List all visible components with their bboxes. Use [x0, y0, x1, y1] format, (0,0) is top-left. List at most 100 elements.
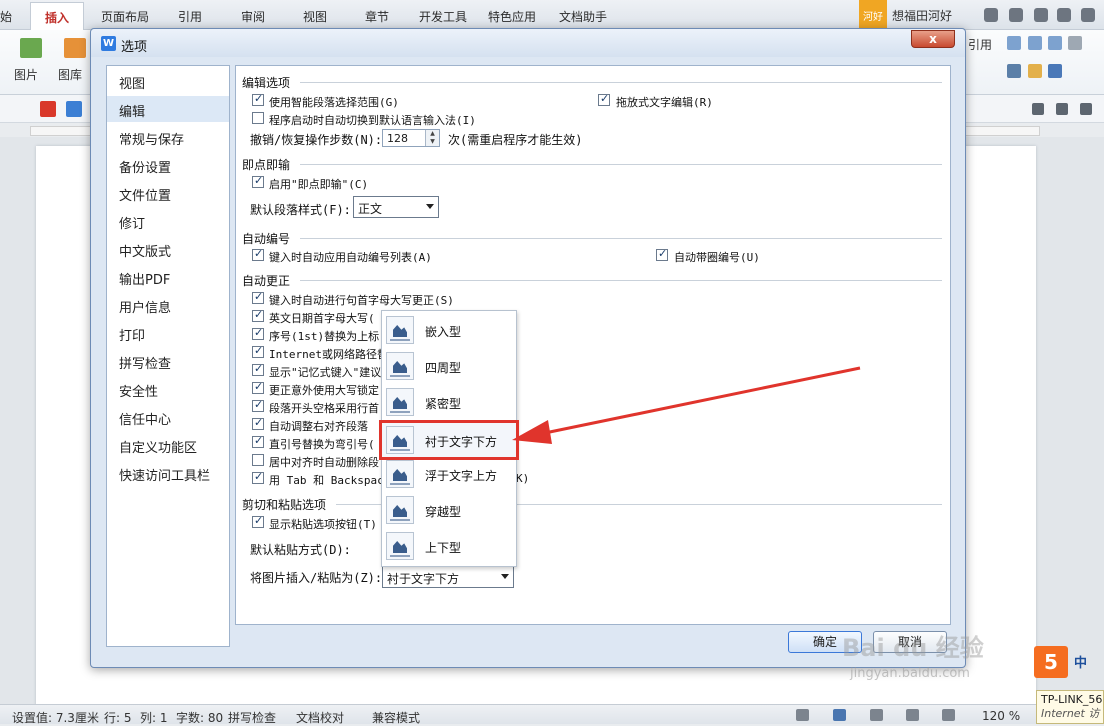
instant-title: 即点即输 [242, 158, 291, 172]
nav-custom-ribbon[interactable]: 自定义功能区 [107, 432, 229, 458]
gallery-button[interactable]: 图库 [58, 66, 82, 83]
smart-paragraph-checkbox[interactable] [252, 92, 264, 106]
gallery-icon[interactable] [64, 38, 86, 58]
nav-trust-center[interactable]: 信任中心 [107, 404, 229, 430]
picture-icon[interactable] [20, 38, 42, 58]
tab-review[interactable]: 审阅 [241, 8, 265, 25]
nav-backup[interactable]: 备份设置 [107, 152, 229, 178]
ime-logo-icon[interactable]: 5 [1034, 646, 1068, 678]
wrap-option-in-front[interactable]: 浮于文字上方 [382, 457, 516, 491]
help-icon[interactable] [1057, 8, 1071, 22]
nav-chinese-layout[interactable]: 中文版式 [107, 236, 229, 262]
nav-general-save[interactable]: 常规与保存 [107, 124, 229, 150]
show-paste-button-checkbox[interactable] [252, 514, 264, 528]
export-icon[interactable] [1080, 103, 1092, 115]
field-icon[interactable] [1007, 36, 1021, 50]
network-tray-popup[interactable]: TP-LINK_56 Internet 访 [1036, 690, 1104, 724]
tab-insert[interactable]: 插入 [30, 2, 85, 30]
tray-network-status: Internet 访 [1041, 707, 1100, 720]
autocorrect-checkbox[interactable] [252, 398, 264, 412]
autocorrect-checkbox[interactable] [252, 326, 264, 340]
tab-references[interactable]: 引用 [178, 8, 202, 25]
nav-security[interactable]: 安全性 [107, 376, 229, 402]
nav-print[interactable]: 打印 [107, 320, 229, 346]
tab-developer[interactable]: 开发工具 [419, 8, 467, 25]
tight-wrap-icon [386, 388, 414, 416]
nav-export-pdf[interactable]: 输出PDF [107, 264, 229, 290]
divider [300, 82, 942, 83]
tab-view[interactable]: 视图 [303, 8, 327, 25]
cube-icon[interactable] [66, 101, 82, 117]
autocorrect-checkbox[interactable] [252, 470, 264, 484]
autocorrect-label: 自动调整右对齐段落 [269, 420, 368, 433]
design-icon[interactable] [1007, 64, 1021, 78]
autocorrect-checkbox[interactable] [252, 290, 264, 304]
nav-quick-access[interactable]: 快速访问工具栏 [107, 460, 229, 486]
comment-icon[interactable] [1032, 103, 1044, 115]
share-icon[interactable] [1009, 8, 1023, 22]
fullscreen-icon[interactable] [796, 709, 809, 721]
autocorrect-checkbox[interactable] [252, 308, 264, 322]
protect-icon[interactable] [942, 709, 955, 721]
lock-icon[interactable] [1048, 64, 1062, 78]
autocorrect-checkbox[interactable] [252, 416, 264, 430]
auto-circle-checkbox[interactable] [656, 247, 668, 261]
wrap-option-square[interactable]: 四周型 [382, 349, 516, 383]
page-view-icon[interactable] [833, 709, 846, 721]
eraser-icon[interactable] [1028, 64, 1042, 78]
citation-button[interactable]: 引用 [968, 36, 992, 53]
autocorrect-checkbox[interactable] [252, 380, 264, 394]
status-proof[interactable]: 文档校对 [296, 709, 344, 726]
wrap-option-tight[interactable]: 紧密型 [382, 385, 516, 419]
zoom-level[interactable]: 120 % [982, 709, 1020, 723]
nav-spell-check[interactable]: 拼写检查 [107, 348, 229, 374]
picture-button[interactable]: 图片 [14, 66, 38, 83]
image-paste-select[interactable]: 衬于文字下方 [382, 566, 514, 588]
tab-chapter[interactable]: 章节 [365, 8, 389, 25]
page-icon[interactable] [1056, 103, 1068, 115]
nav-view[interactable]: 视图 [107, 68, 229, 94]
shading-icon[interactable] [1068, 36, 1082, 50]
close-button[interactable]: x [911, 30, 955, 48]
options-dialog: W 选项 x 视图 编辑 常规与保存 备份设置 文件位置 修订 中文版式 输出P… [90, 28, 966, 668]
wrap-option-through[interactable]: 穿越型 [382, 493, 516, 527]
tab-page-layout[interactable]: 页面布局 [101, 8, 149, 25]
nav-user-info[interactable]: 用户信息 [107, 292, 229, 318]
settings-icon[interactable] [1034, 8, 1048, 22]
tab-doc-assistant[interactable]: 文档助手 [559, 8, 607, 25]
collapse-icon[interactable] [1081, 8, 1095, 22]
instant-enable-checkbox[interactable] [252, 174, 264, 188]
username[interactable]: 想福田河好 [892, 7, 952, 24]
spinner-arrows-icon[interactable]: ▲ ▼ [425, 130, 439, 146]
outline-view-icon[interactable] [870, 709, 883, 721]
web-view-icon[interactable] [906, 709, 919, 721]
ime-switch-checkbox[interactable] [252, 112, 264, 124]
auto-list-checkbox[interactable] [252, 247, 264, 261]
tab-start[interactable]: 始 [0, 8, 12, 25]
autocorrect-checkbox[interactable] [252, 344, 264, 358]
wrap-option-behind-text[interactable]: 衬于文字下方 [379, 420, 519, 460]
dialog-titlebar[interactable]: W 选项 x [91, 29, 965, 57]
autocorrect-checkbox[interactable] [252, 362, 264, 376]
wps-icon[interactable] [40, 101, 56, 117]
wrap-option-label: 浮于文字上方 [425, 469, 498, 483]
autocorrect-checkbox[interactable] [252, 454, 264, 466]
default-style-select[interactable]: 正文 [353, 196, 439, 218]
nav-revision[interactable]: 修订 [107, 208, 229, 234]
status-spell[interactable]: 拼写检查 [228, 709, 276, 726]
wrap-option-inline[interactable]: 嵌入型 [382, 313, 516, 347]
drag-drop-checkbox[interactable] [598, 92, 610, 106]
nav-edit[interactable]: 编辑 [107, 96, 229, 122]
wrap-option-top-bottom[interactable]: 上下型 [382, 529, 516, 563]
tab-features[interactable]: 特色应用 [488, 8, 536, 25]
skin-icon[interactable] [984, 8, 998, 22]
status-col: 列: 1 [140, 711, 168, 725]
ime-mode-indicator[interactable]: 中 [1074, 652, 1087, 671]
form-icon[interactable] [1048, 36, 1062, 50]
checkbox-icon[interactable] [1028, 36, 1042, 50]
nav-file-location[interactable]: 文件位置 [107, 180, 229, 206]
autocorrect-checkbox[interactable] [252, 434, 264, 448]
undo-steps-spinner[interactable]: 128 ▲ ▼ [382, 129, 440, 147]
wrap-style-dropdown: 嵌入型 四周型 紧密型 衬于文字下方 浮于文字上方 穿越型 上下型 [379, 310, 519, 567]
in-front-icon [386, 460, 414, 488]
